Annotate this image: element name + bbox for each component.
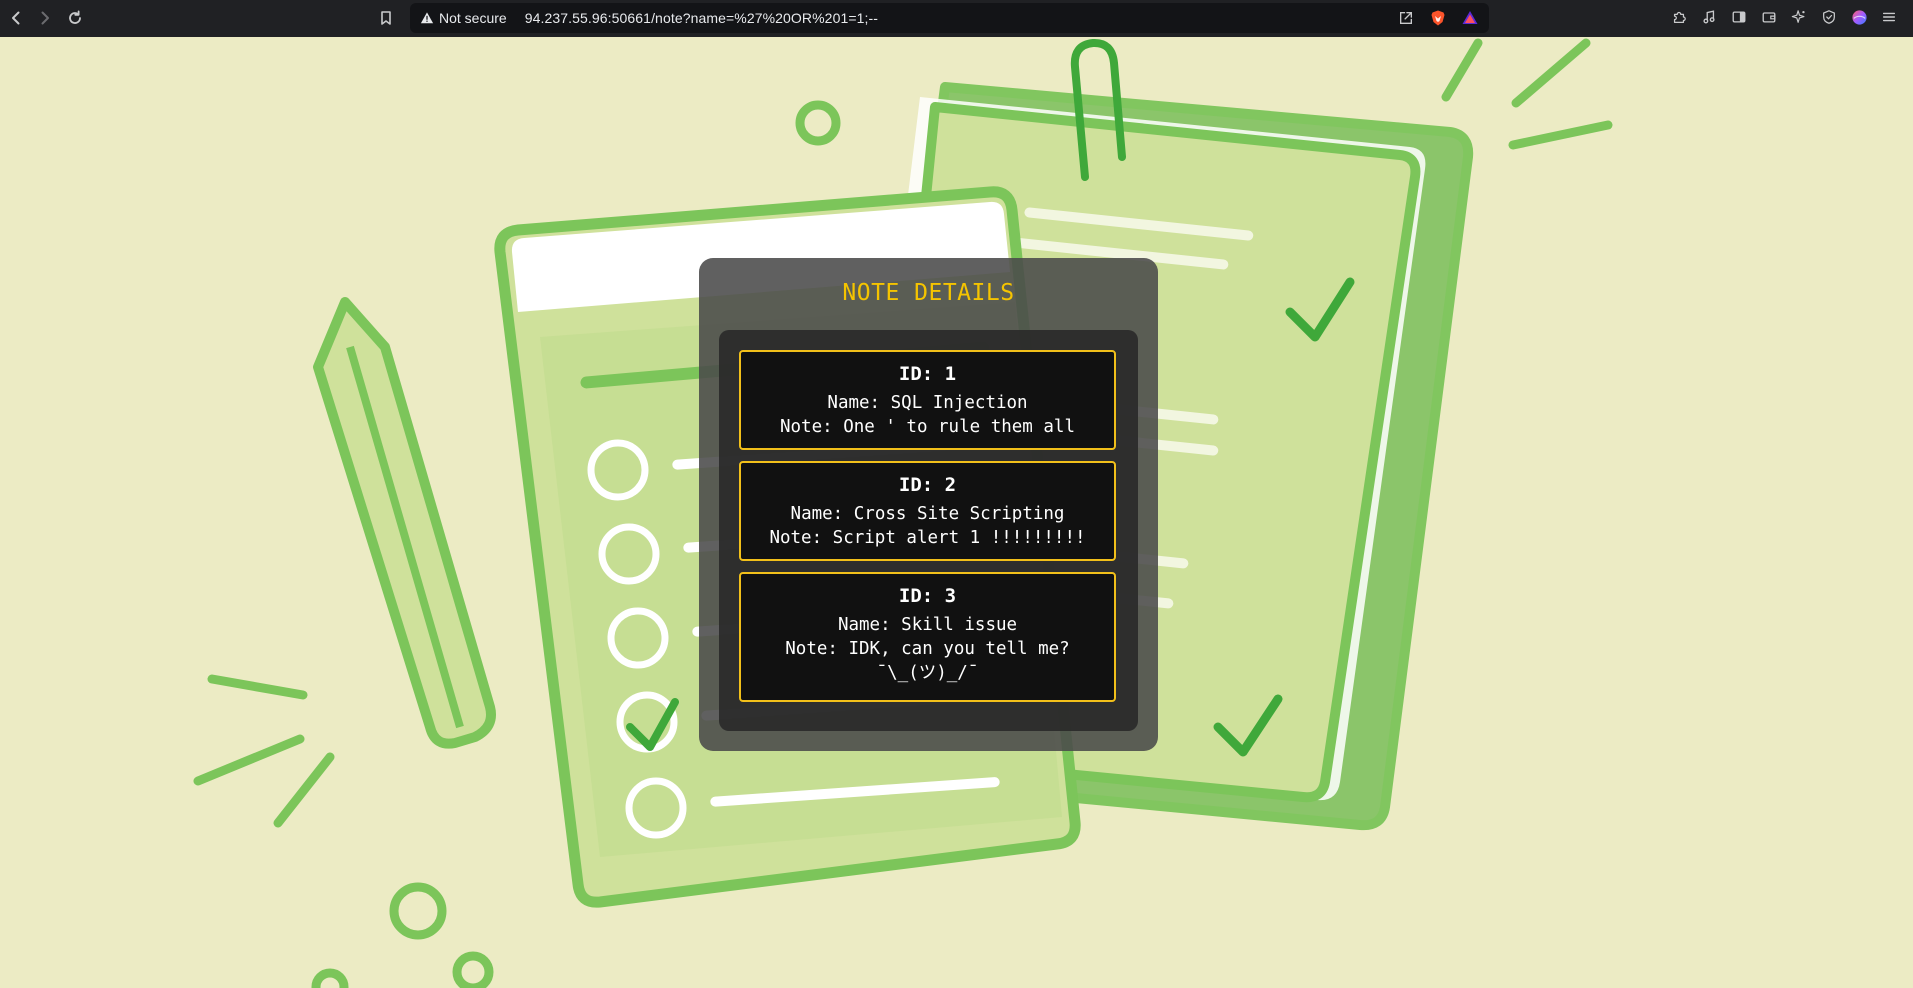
note-id: ID: 1	[898, 363, 957, 385]
warning-icon[interactable]	[419, 10, 435, 26]
note-details-panel: NOTE DETAILS ID: 1 Name: SQL Injection N…	[699, 258, 1158, 751]
note-name: Name: SQL Injection	[827, 393, 1028, 413]
vpn-shield-icon[interactable]	[1819, 7, 1839, 27]
extensions-icon[interactable]	[1669, 7, 1689, 27]
note-text-extra: ¯\_(ツ)_/¯	[876, 663, 979, 683]
browser-toolbar: Not secure 94.237.55.96:50661/note?name=…	[0, 0, 1913, 37]
reload-icon[interactable]	[62, 5, 88, 31]
note-text: Note: Script alert 1 !!!!!!!!!	[769, 528, 1086, 548]
wallet-icon[interactable]	[1759, 7, 1779, 27]
note-name: Name: Skill issue	[837, 615, 1018, 635]
security-status-text[interactable]: Not secure	[439, 10, 507, 26]
note-id: ID: 2	[898, 474, 957, 496]
forward-icon[interactable]	[32, 5, 58, 31]
pencil-illustration	[313, 297, 496, 749]
page-viewport: NOTE DETAILS ID: 1 Name: SQL Injection N…	[0, 37, 1913, 988]
url-text[interactable]: 94.237.55.96:50661/note?name=%27%20OR%20…	[525, 10, 878, 26]
extensions-bar	[1669, 7, 1899, 27]
note-card: ID: 1 Name: SQL Injection Note: One ' to…	[739, 350, 1116, 450]
address-bar[interactable]: Not secure 94.237.55.96:50661/note?name=…	[410, 3, 1489, 33]
note-card: ID: 2 Name: Cross Site Scripting Note: S…	[739, 461, 1116, 561]
note-name: Name: Cross Site Scripting	[790, 504, 1065, 524]
share-icon[interactable]	[1395, 7, 1417, 29]
note-text: Note: One ' to rule them all	[779, 417, 1075, 437]
note-id: ID: 3	[898, 585, 957, 607]
address-bar-actions	[1395, 7, 1481, 29]
brave-shields-icon[interactable]	[1427, 7, 1449, 29]
notes-list: ID: 1 Name: SQL Injection Note: One ' to…	[719, 330, 1138, 731]
sidebar-icon[interactable]	[1729, 7, 1749, 27]
menu-icon[interactable]	[1879, 7, 1899, 27]
bookmark-icon[interactable]	[373, 5, 399, 31]
brave-rewards-icon[interactable]	[1459, 7, 1481, 29]
note-card: ID: 3 Name: Skill issue Note: IDK, can y…	[739, 572, 1116, 702]
leo-ai-icon[interactable]	[1789, 7, 1809, 27]
page-title: NOTE DETAILS	[842, 280, 1015, 306]
media-icon[interactable]	[1699, 7, 1719, 27]
profile-avatar-icon[interactable]	[1849, 7, 1869, 27]
back-icon[interactable]	[3, 5, 29, 31]
note-text: Note: IDK, can you tell me?	[785, 639, 1070, 659]
